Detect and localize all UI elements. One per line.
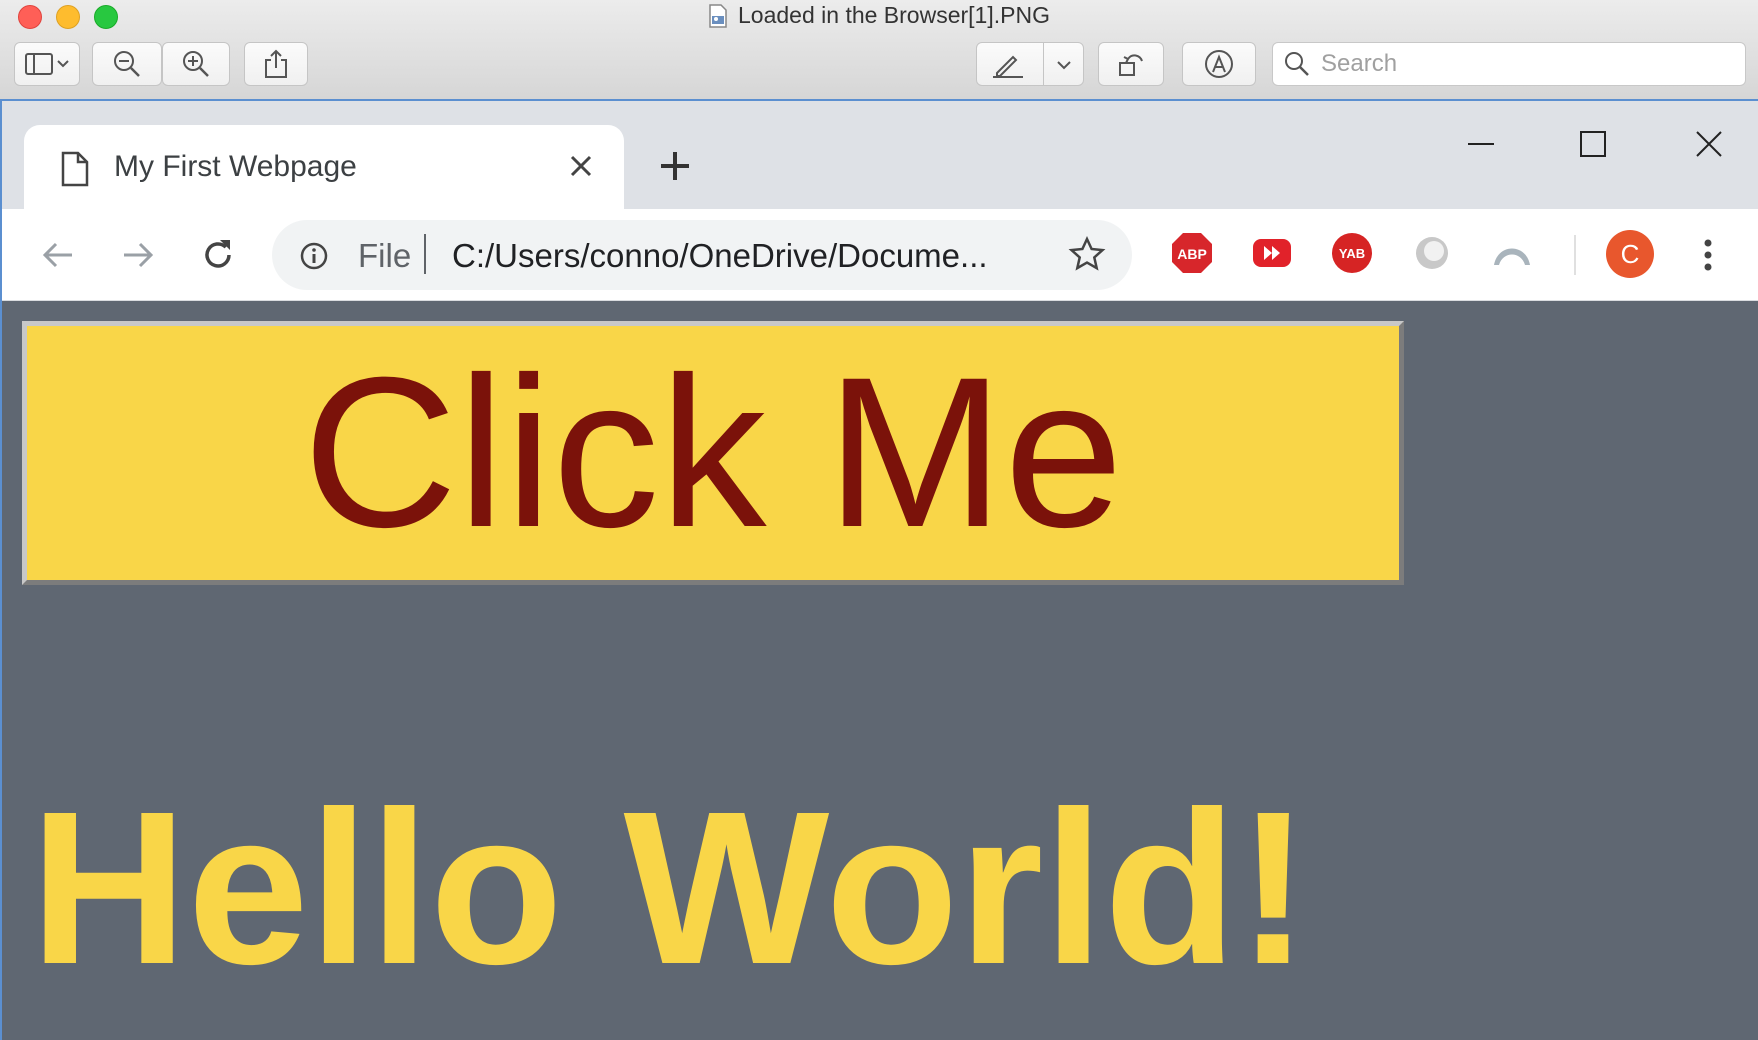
minimize-icon[interactable] [1466, 129, 1496, 159]
more-menu-icon[interactable] [1698, 235, 1718, 275]
pen-icon [993, 55, 1023, 78]
page-icon [61, 151, 89, 187]
window-title: Loaded in the Browser[1].PNG [0, 0, 1758, 30]
back-arrow-icon[interactable] [38, 235, 78, 275]
button-divider [1043, 43, 1044, 85]
close-window-icon[interactable] [1694, 129, 1724, 159]
adblock-plus-label: ABP [1177, 246, 1207, 262]
reload-icon[interactable] [198, 235, 238, 275]
rotate-icon [1119, 54, 1143, 76]
forward-arrow-icon[interactable] [118, 235, 158, 275]
image-file-icon [709, 4, 727, 28]
search-field[interactable] [1272, 42, 1746, 86]
search-icon [1285, 52, 1309, 76]
address-bar[interactable]: File C:/Users/conno/OneDrive/Docume... [272, 220, 1132, 290]
page-content: Click Me Hello World! [2, 301, 1758, 1040]
tab-strip: My First Webpage [2, 101, 1758, 209]
browser-window: My First Webpage File C:/Users/conno/One… [0, 101, 1758, 1040]
info-icon[interactable] [300, 242, 328, 270]
markup-circle-icon [1205, 50, 1233, 78]
toolbar-divider [1574, 235, 1576, 275]
yab-icon[interactable]: YAB [1330, 231, 1374, 275]
tab-title: My First Webpage [114, 150, 357, 183]
share-button[interactable] [244, 42, 308, 86]
adblock-plus-icon[interactable]: ABP [1170, 231, 1214, 275]
search-input[interactable] [1319, 49, 1723, 79]
address-separator [424, 234, 426, 274]
window-title-text: Loaded in the Browser[1].PNG [738, 2, 1050, 28]
bookmark-star-icon[interactable] [1068, 236, 1106, 274]
preview-titlebar: Loaded in the Browser[1].PNG [0, 0, 1758, 101]
zoom-in-button[interactable] [162, 42, 230, 86]
circle-extension-icon[interactable] [1410, 231, 1454, 275]
rotate-button[interactable] [1098, 42, 1164, 86]
video-speed-icon[interactable] [1250, 231, 1294, 275]
maximize-icon[interactable] [1578, 129, 1608, 159]
annotate-button[interactable] [1182, 42, 1256, 86]
arch-extension-icon[interactable] [1490, 231, 1534, 275]
sidebar-toggle-button[interactable] [14, 42, 80, 86]
new-tab-icon[interactable] [658, 149, 692, 183]
browser-toolbar: File C:/Users/conno/OneDrive/Docume... A… [2, 209, 1758, 301]
yab-label: YAB [1339, 246, 1365, 261]
markup-button[interactable] [976, 42, 1084, 86]
hello-world-heading: Hello World! [30, 767, 1310, 1010]
chevron-down-icon[interactable] [1055, 59, 1073, 71]
zoom-in-icon [183, 51, 209, 77]
sidebar-icon [25, 53, 69, 75]
profile-avatar[interactable]: C [1606, 230, 1654, 278]
share-icon [265, 49, 287, 78]
close-icon[interactable] [566, 151, 596, 181]
address-scheme: File [358, 237, 412, 274]
zoom-out-icon [114, 51, 140, 77]
tab-my-first-webpage[interactable]: My First Webpage [24, 125, 624, 209]
zoom-out-button[interactable] [92, 42, 162, 86]
address-url[interactable]: C:/Users/conno/OneDrive/Docume... [452, 237, 988, 275]
click-me-button[interactable]: Click Me [22, 321, 1404, 585]
